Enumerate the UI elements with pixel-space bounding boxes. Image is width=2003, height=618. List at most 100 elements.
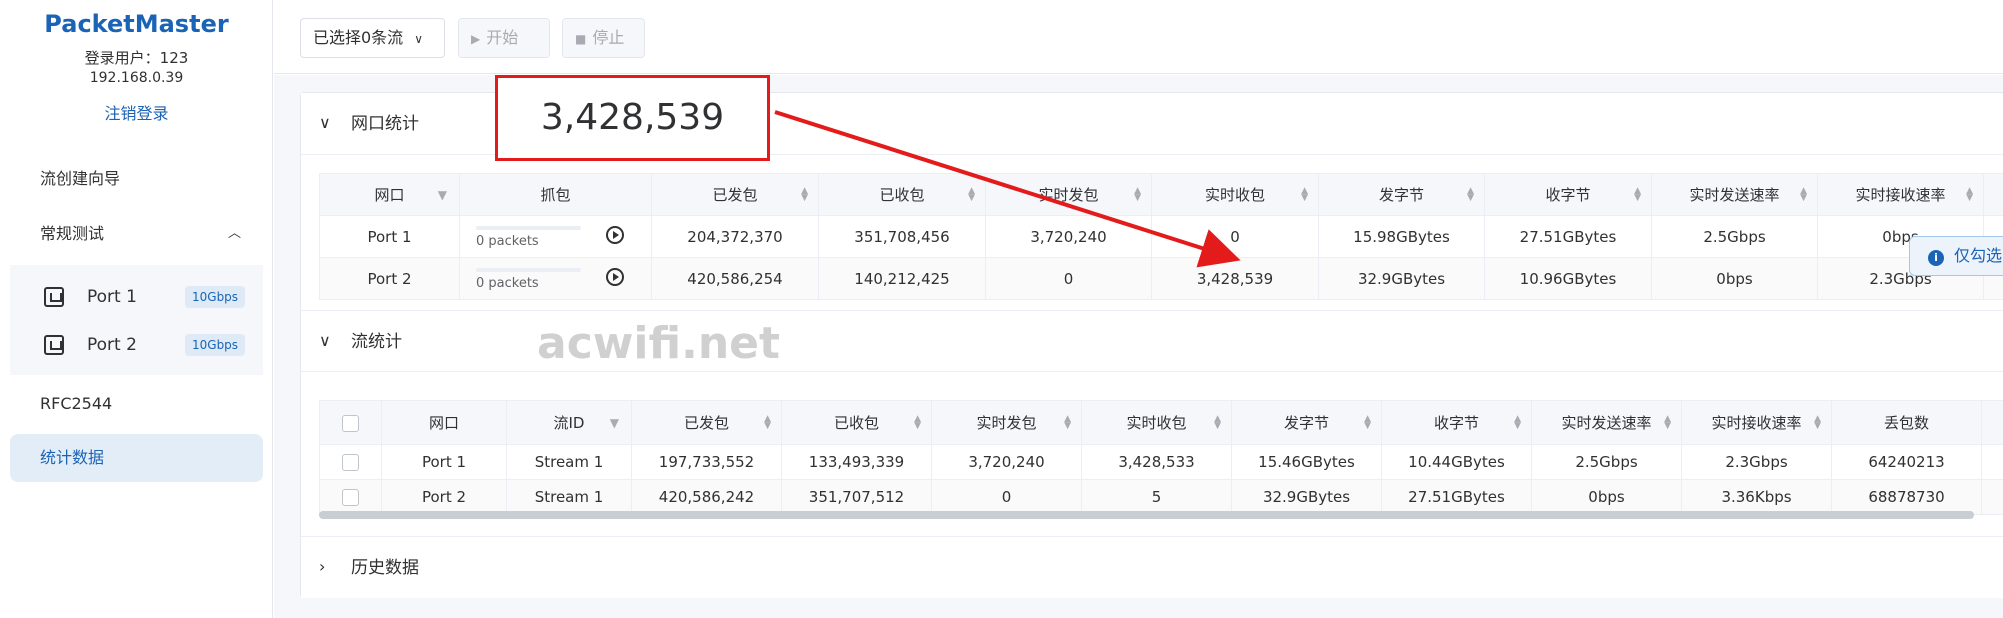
sort-icon[interactable]: ▲ ▼	[1301, 186, 1308, 202]
cell-rt-rx: 0	[1151, 215, 1319, 258]
row-checkbox[interactable]	[342, 454, 359, 471]
nav-item-wizard[interactable]: 流创建向导	[10, 155, 263, 203]
col-header-port[interactable]: 网口 ▼	[319, 173, 460, 216]
cell-tx-bytes: 32.9GBytes	[1231, 479, 1382, 515]
header-label: 实时发送速率	[1689, 186, 1780, 204]
cell-overflow	[1981, 479, 2003, 515]
row-checkbox[interactable]	[342, 489, 359, 506]
header-label: 网口	[428, 414, 459, 432]
sort-icon[interactable]: ▲ ▼	[1364, 414, 1371, 430]
sort-icon[interactable]: ▲ ▼	[968, 186, 975, 202]
horizontal-scrollbar[interactable]	[319, 511, 1974, 519]
capture-play-icon[interactable]	[606, 226, 624, 244]
col-header-rx-rate[interactable]: 实时接收速率 ▲ ▼	[1681, 400, 1832, 445]
cell-rt-tx: 3,720,240	[931, 444, 1082, 480]
sort-icon[interactable]: ▲ ▼	[1214, 414, 1221, 430]
history-header[interactable]: › 历史数据	[301, 536, 2003, 598]
col-header-lost[interactable]: 丢包数	[1831, 400, 1982, 445]
sort-icon[interactable]: ▲ ▼	[914, 414, 921, 430]
sort-icon[interactable]: ▲ ▼	[1064, 414, 1071, 430]
col-header-rx-pkts[interactable]: 已收包 ▲ ▼	[781, 400, 932, 445]
col-header-tx-rate[interactable]: 实时发送速率 ▲ ▼	[1531, 400, 1682, 445]
nav-item-label: 常规测试	[40, 224, 105, 243]
header-label: 已收包	[833, 414, 879, 432]
cell-rt-tx: 0	[931, 479, 1082, 515]
cell-tx-pkts: 420,586,242	[631, 479, 782, 515]
cell-select	[319, 444, 382, 480]
capture-play-icon[interactable]	[606, 268, 624, 286]
only-selected-button[interactable]: i 仅勾选	[1909, 236, 2003, 276]
logout-link[interactable]: 注销登录	[0, 100, 273, 124]
header-label: 已收包	[879, 186, 925, 204]
sort-icon[interactable]: ▲ ▼	[1966, 186, 1973, 202]
filter-icon[interactable]: ▼	[438, 188, 447, 202]
select-all-checkbox[interactable]	[342, 414, 359, 432]
cell-port: Port 1	[381, 444, 507, 480]
sort-icon[interactable]: ▲ ▼	[1664, 414, 1671, 430]
col-header-rt-rx[interactable]: 实时收包 ▲ ▼	[1081, 400, 1232, 445]
header-label: 收字节	[1545, 186, 1591, 204]
stream-select-dropdown[interactable]: 已选择0条流 ∨	[300, 18, 445, 58]
cell-tx-pkts: 204,372,370	[651, 215, 819, 258]
nav-item-routine-test[interactable]: 常规测试 ︿	[10, 210, 263, 258]
sort-icon[interactable]: ▲ ▼	[1467, 186, 1474, 202]
col-header-tx-rate[interactable]: 实时发送速率 ▲ ▼	[1651, 173, 1818, 216]
col-header-rx-pkts[interactable]: 已收包 ▲ ▼	[818, 173, 986, 216]
sidebar-item-port-2[interactable]: Port 2 10Gbps	[10, 321, 263, 369]
cell-rx-pkts: 140,212,425	[818, 257, 986, 300]
header-label: 已发包	[683, 414, 729, 432]
header-label: 实时接收速率	[1855, 186, 1946, 204]
sort-icon[interactable]: ▲ ▼	[801, 186, 808, 202]
col-header-tx-bytes[interactable]: 发字节 ▲ ▼	[1318, 173, 1485, 216]
stream-stats-table: 网口 流ID ▼ 已发包 ▲ ▼ 已收包 ▲ ▼ 实时发包 ▲ ▼ 实时收包 ▲ ▼ 发字节 ▲ ▼ …	[319, 400, 2003, 515]
sort-icon[interactable]: ▲ ▼	[1800, 186, 1807, 202]
col-header-tx-bytes[interactable]: 发字节 ▲ ▼	[1231, 400, 1382, 445]
chevron-down-icon: ∨	[319, 331, 331, 350]
cell-rx-bytes: 10.96GBytes	[1484, 257, 1652, 300]
cell-tx-bytes: 15.98GBytes	[1318, 215, 1485, 258]
header-label: 发字节	[1378, 186, 1424, 204]
sidebar-item-port-1[interactable]: Port 1 10Gbps	[10, 273, 263, 321]
table-row: Port 2 0 packets 420,586,254 140,212,425…	[319, 257, 2003, 300]
capture-count: 0 packets	[476, 234, 539, 249]
nav-item-statistics[interactable]: 统计数据	[10, 434, 263, 482]
col-header-rt-tx[interactable]: 实时发包 ▲ ▼	[931, 400, 1082, 445]
sort-icon[interactable]: ▲ ▼	[764, 414, 771, 430]
col-header-rt-rx[interactable]: 实时收包 ▲ ▼	[1151, 173, 1319, 216]
port-label: Port 2	[87, 335, 137, 355]
nav-item-label: 流创建向导	[40, 169, 121, 188]
sort-icon[interactable]: ▲ ▼	[1514, 414, 1521, 430]
nav-item-rfc2544[interactable]: RFC2544	[10, 380, 263, 428]
chevron-right-icon: ›	[319, 557, 326, 576]
filter-icon[interactable]: ▼	[610, 416, 619, 430]
cell-rx-pkts: 351,708,456	[818, 215, 986, 258]
col-header-rx-bytes[interactable]: 收字节 ▲ ▼	[1484, 173, 1652, 216]
sort-icon[interactable]: ▲ ▼	[1814, 414, 1821, 430]
stop-button[interactable]: ■ 停止	[562, 18, 645, 58]
chevron-down-icon: ∨	[319, 113, 331, 132]
header-label: 流ID	[553, 414, 585, 432]
play-icon: ▶	[471, 32, 481, 46]
col-header-rx-rate[interactable]: 实时接收速率 ▲ ▼	[1817, 173, 1984, 216]
table-row: Port 1 0 packets 204,372,370 351,708,456…	[319, 215, 2003, 258]
header-label: 实时发送速率	[1561, 414, 1652, 432]
sort-icon[interactable]: ▲ ▼	[1134, 186, 1141, 202]
cell-rx-rate: 2.3Gbps	[1681, 444, 1832, 480]
col-header-tx-pkts[interactable]: 已发包 ▲ ▼	[651, 173, 819, 216]
sort-icon[interactable]: ▲ ▼	[1634, 186, 1641, 202]
cell-select	[319, 479, 382, 515]
cell-rx-pkts: 133,493,339	[781, 444, 932, 480]
sidebar: PacketMaster 登录用户：123 192.168.0.39 注销登录 …	[0, 0, 273, 618]
nav-item-label: RFC2544	[40, 394, 113, 413]
col-header-tx-pkts[interactable]: 已发包 ▲ ▼	[631, 400, 782, 445]
col-header-rt-tx[interactable]: 实时发包 ▲ ▼	[985, 173, 1152, 216]
col-header-stream-id[interactable]: 流ID ▼	[506, 400, 632, 445]
device-ip: 192.168.0.39	[89, 70, 184, 86]
cell-tx-pkts: 197,733,552	[631, 444, 782, 480]
col-header-rx-bytes[interactable]: 收字节 ▲ ▼	[1381, 400, 1532, 445]
start-button[interactable]: ▶ 开始	[458, 18, 550, 58]
cell-rt-rx: 5	[1081, 479, 1232, 515]
nav-item-label: 统计数据	[40, 448, 105, 467]
routine-test-submenu: Port 1 10Gbps Port 2 10Gbps	[10, 265, 263, 375]
header-label: 实时收包	[1126, 414, 1187, 432]
